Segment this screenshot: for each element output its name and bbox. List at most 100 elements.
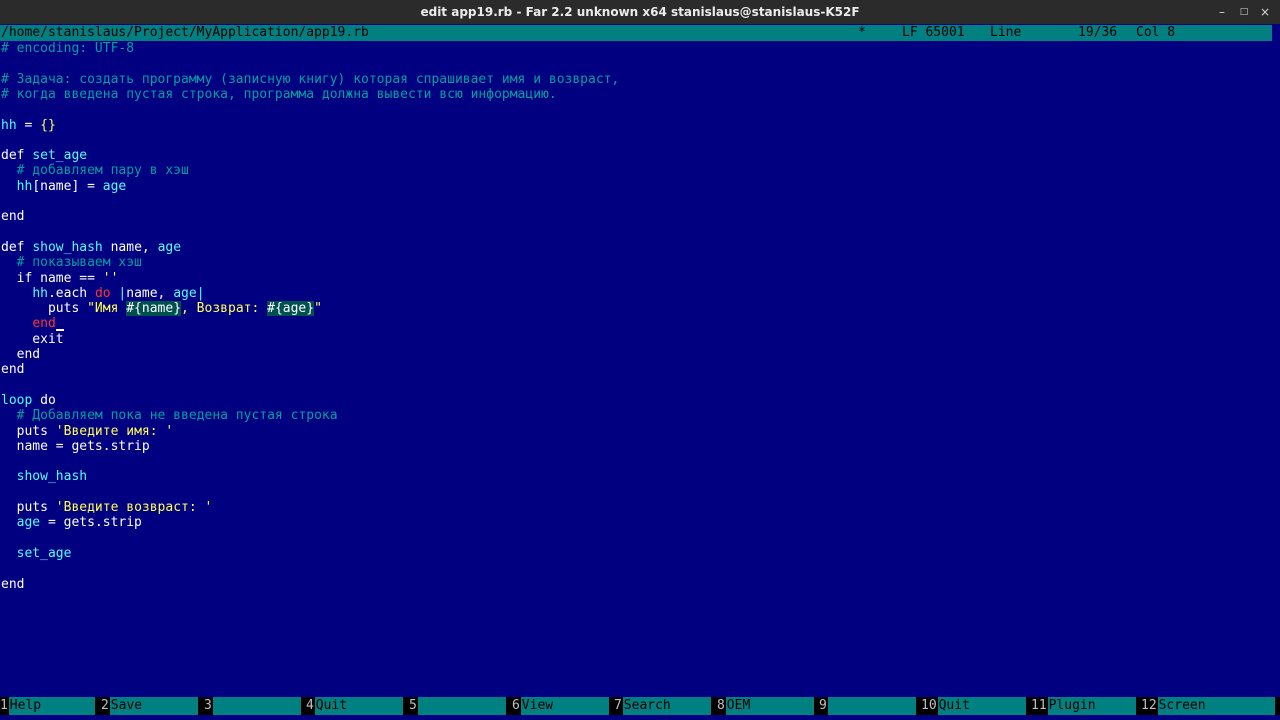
code-line[interactable]: # добавляем пару в хэш bbox=[1, 163, 189, 178]
fkey-5[interactable]: 5 bbox=[409, 697, 506, 715]
code-line[interactable]: end bbox=[1, 347, 41, 362]
code-line[interactable]: def show_hash name, age bbox=[1, 240, 181, 255]
code-line[interactable]: puts 'Введите возврaст: ' bbox=[1, 500, 213, 515]
code-token: # добавляем пару в хэш bbox=[1, 163, 189, 179]
code-token: puts bbox=[1, 301, 88, 317]
window-titlebar[interactable]: edit app19.rb - Far 2.2 unknown x64 stan… bbox=[0, 0, 1280, 24]
fkey-9[interactable]: 9 bbox=[819, 697, 916, 715]
code-line[interactable]: name = gets.strip bbox=[1, 439, 150, 454]
editor-scrollbar[interactable] bbox=[1272, 25, 1280, 696]
code-line[interactable]: show_hash bbox=[1, 469, 87, 484]
code-token: show_hash bbox=[32, 239, 103, 255]
fkey-label: Quit bbox=[937, 697, 1026, 715]
code-token: hh bbox=[32, 285, 48, 301]
code-token: def bbox=[1, 239, 33, 255]
code-token: | bbox=[196, 285, 205, 301]
code-line[interactable]: end bbox=[1, 577, 24, 592]
code-line[interactable]: hh[name] = age bbox=[1, 178, 127, 194]
code-line[interactable]: hh = {} bbox=[1, 118, 56, 133]
fkey-number: 7 bbox=[614, 698, 622, 713]
code-token: end bbox=[1, 576, 25, 592]
file-path: /home/stanislaus/Project/MyApplication/a… bbox=[1, 25, 369, 40]
code-token: '' bbox=[102, 270, 119, 286]
fkey-number: 8 bbox=[717, 698, 725, 713]
code-token: set_age bbox=[16, 545, 72, 561]
code-token: # Задача: создать программу (записную кн… bbox=[1, 71, 620, 87]
fkey-number: 10 bbox=[921, 698, 937, 713]
fkey-label: Quit bbox=[314, 697, 403, 715]
window-title: edit app19.rb - Far 2.2 unknown x64 stan… bbox=[420, 5, 860, 19]
close-icon[interactable]: × bbox=[1253, 0, 1277, 24]
code-token: , Возврат: bbox=[181, 301, 268, 317]
code-line[interactable]: end bbox=[1, 316, 64, 332]
code-token: age bbox=[157, 239, 182, 255]
code-line[interactable]: loop do bbox=[1, 393, 56, 408]
fkey-8[interactable]: 8 OEM bbox=[717, 697, 814, 715]
minimize-icon[interactable]: – bbox=[1210, 0, 1234, 24]
fkey-3[interactable]: 3 bbox=[204, 697, 301, 715]
fkey-number: 1 bbox=[0, 698, 8, 713]
code-token: end bbox=[1, 209, 25, 225]
code-token: " bbox=[314, 301, 322, 317]
fkey-6[interactable]: 6 View bbox=[512, 697, 609, 715]
code-token: = gets.strip bbox=[40, 515, 142, 531]
fkey-number: 2 bbox=[101, 698, 109, 713]
fkey-label bbox=[827, 697, 916, 715]
fkey-number: 11 bbox=[1031, 698, 1047, 713]
code-line[interactable]: # encoding: UTF-8 bbox=[1, 41, 134, 56]
editor-status-bar: /home/stanislaus/Project/MyApplication/a… bbox=[0, 25, 1272, 41]
fkey-number: 3 bbox=[204, 698, 212, 713]
fkey-11[interactable]: 11 Plugin bbox=[1031, 697, 1136, 715]
code-token: 'Введите имя: ' bbox=[55, 423, 174, 439]
code-token: # encoding: UTF-8 bbox=[1, 41, 135, 56]
code-token: name, bbox=[126, 285, 174, 301]
function-key-bar: 1 Help 2 Save 3 4 Quit 5 6 View 7 Search 8 OEM 9 10 Quit… bbox=[0, 697, 1280, 715]
line-position: 19/36 bbox=[1078, 25, 1118, 40]
code-token: # показываем хэш bbox=[1, 255, 142, 271]
fkey-number: 5 bbox=[409, 698, 417, 713]
code-token: def bbox=[1, 148, 33, 164]
code-line[interactable]: # Добавляем пока не введена пустая строк… bbox=[1, 408, 338, 423]
code-line[interactable]: # Задача: создать программу (записную кн… bbox=[1, 72, 619, 87]
fkey-number: 12 bbox=[1141, 698, 1157, 713]
fkey-number: 6 bbox=[512, 698, 520, 713]
code-line[interactable]: puts 'Введите имя: ' bbox=[1, 423, 174, 439]
code-editor[interactable]: # encoding: UTF-8 # Задача: создать прогр… bbox=[0, 41, 1272, 696]
code-token: name = gets.strip bbox=[1, 438, 150, 454]
fkey-10[interactable]: 10 Quit bbox=[921, 697, 1026, 715]
code-line[interactable]: # показываем хэш bbox=[1, 255, 142, 270]
code-token: age bbox=[102, 178, 127, 194]
line-label: Line bbox=[990, 25, 1022, 40]
code-line[interactable]: age = gets.strip bbox=[1, 515, 142, 530]
code-token: #{name} bbox=[126, 301, 182, 317]
code-line[interactable]: set_age bbox=[1, 545, 72, 561]
code-token: "Имя bbox=[87, 301, 127, 317]
fkey-label: Help bbox=[8, 697, 95, 715]
fkey-label: OEM bbox=[725, 697, 814, 715]
code-line[interactable]: # когда введена пустая строка, программа… bbox=[1, 87, 557, 102]
code-line[interactable]: if name == '' bbox=[1, 270, 119, 286]
code-token: hh bbox=[1, 117, 17, 133]
code-line[interactable]: end bbox=[1, 362, 24, 377]
code-line[interactable]: def set_age bbox=[1, 148, 87, 163]
code-token: = bbox=[16, 117, 41, 133]
code-line[interactable]: exit bbox=[1, 331, 64, 347]
fkey-7[interactable]: 7 Search bbox=[614, 697, 711, 715]
code-token: exit bbox=[1, 331, 64, 347]
fkey-2[interactable]: 2 Save bbox=[101, 697, 198, 715]
code-line[interactable]: puts "Имя #{name}, Возврат: #{age}" bbox=[1, 301, 322, 317]
code-token: # Добавляем пока не введена пустая строк… bbox=[1, 408, 338, 424]
fkey-1[interactable]: 1 Help bbox=[0, 697, 95, 715]
code-token: show_hash bbox=[16, 469, 88, 485]
code-line[interactable]: end bbox=[1, 209, 24, 224]
code-line[interactable]: hh.each do |name, age| bbox=[1, 285, 205, 301]
fkey-label bbox=[417, 697, 506, 715]
fkey-4[interactable]: 4 Quit bbox=[306, 697, 403, 715]
fkey-label: Screen bbox=[1157, 697, 1275, 715]
fkey-12[interactable]: 12 Screen bbox=[1141, 697, 1275, 715]
